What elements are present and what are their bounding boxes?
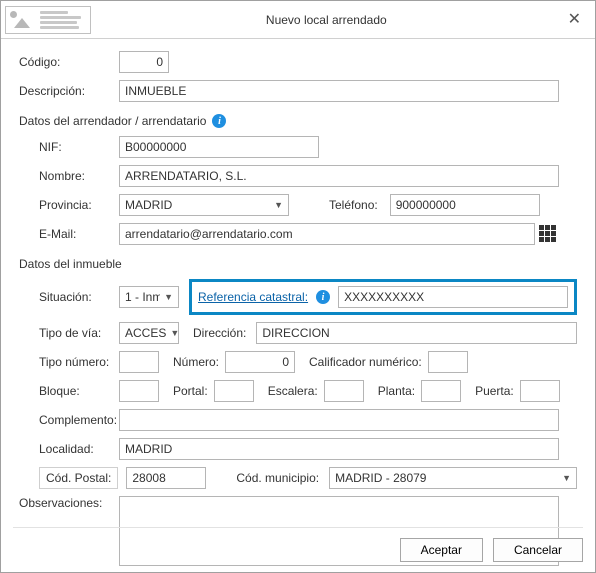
qr-icon[interactable] — [539, 225, 557, 243]
ref-catastral-input[interactable] — [338, 286, 568, 308]
planta-input[interactable] — [421, 380, 461, 402]
email-input[interactable] — [119, 223, 535, 245]
nif-label: NIF: — [39, 140, 119, 154]
codpostal-label[interactable]: Cód. Postal: — [39, 467, 118, 489]
provincia-combo[interactable]: MADRID▼ — [119, 194, 289, 216]
titlebar: Nuevo local arrendado ✕ — [1, 1, 595, 39]
descripcion-label: Descripción: — [19, 84, 119, 98]
codmun-label: Cód. municipio: — [236, 471, 319, 485]
bloque-label: Bloque: — [39, 384, 119, 398]
tipovia-label: Tipo de vía: — [39, 326, 119, 340]
direccion-input[interactable] — [256, 322, 577, 344]
info-icon[interactable]: i — [316, 290, 330, 304]
numero-label: Número: — [173, 355, 219, 369]
email-label: E-Mail: — [39, 227, 119, 241]
bloque-input[interactable] — [119, 380, 159, 402]
direccion-label: Dirección: — [193, 326, 246, 340]
descripcion-input[interactable] — [119, 80, 559, 102]
codigo-label: Código: — [19, 55, 119, 69]
chevron-down-icon: ▼ — [562, 473, 571, 483]
section-inmueble: Datos del inmueble — [19, 257, 577, 271]
nif-input[interactable] — [119, 136, 319, 158]
ref-catastral-highlight: Referencia catastral: i — [189, 279, 577, 315]
codpostal-input[interactable] — [126, 467, 206, 489]
provincia-label: Provincia: — [39, 198, 119, 212]
escalera-input[interactable] — [324, 380, 364, 402]
puerta-input[interactable] — [520, 380, 560, 402]
situacion-combo[interactable]: 1 - Inmu▼ — [119, 286, 179, 308]
info-icon[interactable]: i — [212, 114, 226, 128]
codigo-input[interactable] — [119, 51, 169, 73]
observaciones-label: Observaciones: — [19, 496, 119, 510]
codmun-combo[interactable]: MADRID - 28079▼ — [329, 467, 577, 489]
escalera-label: Escalera: — [268, 384, 318, 398]
situacion-label: Situación: — [39, 290, 119, 304]
tipovia-combo[interactable]: ACCES▼ — [119, 322, 179, 344]
calif-label: Calificador numérico: — [309, 355, 422, 369]
chevron-down-icon: ▼ — [164, 292, 173, 302]
numero-input[interactable] — [225, 351, 295, 373]
chevron-down-icon: ▼ — [170, 328, 179, 338]
button-bar: Aceptar Cancelar — [13, 527, 583, 562]
ref-catastral-link[interactable]: Referencia catastral: — [198, 290, 308, 304]
calif-input[interactable] — [428, 351, 468, 373]
localidad-label: Localidad: — [39, 442, 119, 456]
telefono-label: Teléfono: — [329, 198, 378, 212]
tiponum-input[interactable] — [119, 351, 159, 373]
portal-input[interactable] — [214, 380, 254, 402]
accept-button[interactable]: Aceptar — [400, 538, 483, 562]
dialog: Nuevo local arrendado ✕ Código: Descripc… — [0, 0, 596, 573]
chevron-down-icon: ▼ — [274, 200, 283, 210]
nombre-label: Nombre: — [39, 169, 119, 183]
planta-label: Planta: — [378, 384, 415, 398]
app-logo-icon — [5, 6, 91, 34]
localidad-input[interactable] — [119, 438, 559, 460]
portal-label: Portal: — [173, 384, 208, 398]
puerta-label: Puerta: — [475, 384, 514, 398]
complemento-input[interactable] — [119, 409, 559, 431]
dialog-title: Nuevo local arrendado — [91, 13, 562, 27]
cancel-button[interactable]: Cancelar — [493, 538, 583, 562]
close-icon[interactable]: ✕ — [562, 12, 587, 28]
complemento-label: Complemento: — [39, 413, 119, 427]
section-arrendador: Datos del arrendador / arrendatario i — [19, 114, 577, 128]
tiponum-label: Tipo número: — [39, 355, 119, 369]
telefono-input[interactable] — [390, 194, 540, 216]
nombre-input[interactable] — [119, 165, 559, 187]
